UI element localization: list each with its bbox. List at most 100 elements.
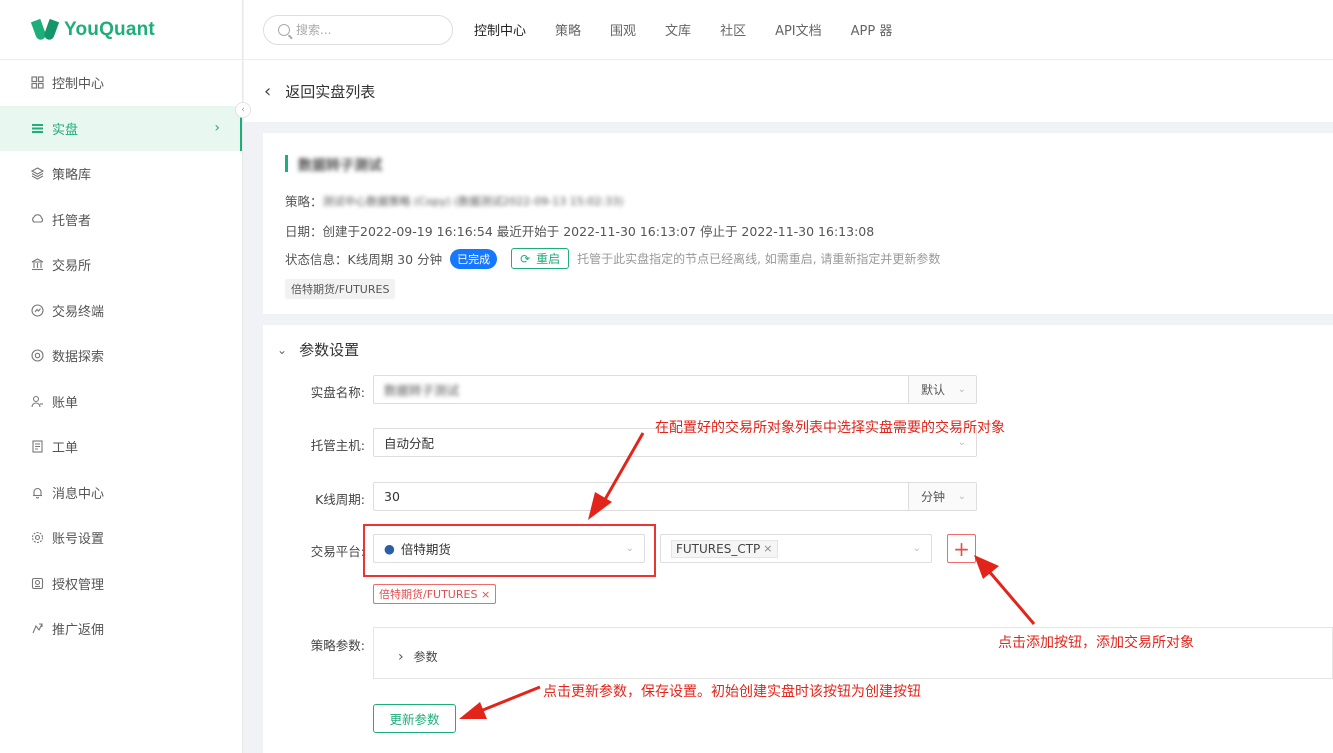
close-icon[interactable]: ×	[763, 542, 772, 555]
sidebar-item-terminal[interactable]: 交易终端	[0, 288, 242, 334]
chevron-down-icon: ⌄	[957, 384, 966, 395]
sidebar-item-label: 授权管理	[52, 577, 105, 593]
nav-library[interactable]: 文库	[665, 20, 691, 39]
sidebar-item-label: 推广返佣	[52, 623, 105, 639]
selected-exchange-label: 倍特期货/FUTURES	[379, 588, 478, 601]
docker-icon	[30, 212, 44, 226]
platform-label: 交易平台:	[310, 544, 365, 559]
refresh-icon: ⟳	[520, 251, 531, 266]
exchange-logo-icon: ●	[384, 541, 395, 556]
strategy-params-label: 策略参数:	[310, 638, 365, 653]
sidebar-item-label: 托管者	[52, 213, 92, 229]
sidebar-item-label: 控制中心	[52, 77, 105, 93]
search-icon	[278, 23, 290, 36]
logo-icon	[30, 16, 60, 44]
params-toggle[interactable]: › 参数	[398, 648, 438, 665]
chevron-left-icon: ‹	[264, 80, 272, 102]
status-row: 状态信息： K线周期 30 分钟 已完成 ⟳ 重启 托管于此实盘指定的节点已经离…	[285, 248, 940, 269]
sidebar: YouQuant 控制中心 实盘 › 策略库 托管者 交易所 交易终端 数据探索…	[0, 0, 243, 753]
sidebar-item-label: 账单	[52, 395, 79, 411]
add-exchange-button[interactable]: +	[947, 534, 976, 563]
kline-label: K线周期:	[315, 492, 365, 507]
search-input[interactable]: 搜索...	[263, 14, 453, 45]
strategy-library-icon	[30, 167, 44, 181]
logo[interactable]: YouQuant	[0, 0, 242, 60]
params-section-header[interactable]: ⌄ 参数设置	[277, 339, 359, 360]
back-label: 返回实盘列表	[285, 82, 376, 101]
sidebar-collapse-button[interactable]: ‹	[235, 102, 251, 118]
strategy-value[interactable]: 测试中心数据策略 (Copy) (数据测试2022-09-13 15:02:33…	[323, 193, 624, 209]
section-title: 参数设置	[299, 341, 360, 359]
update-params-button[interactable]: 更新参数	[373, 704, 456, 733]
sidebar-item-label: 交易所	[52, 259, 92, 275]
date-label: 日期：	[285, 224, 323, 239]
sidebar-item-data-explore[interactable]: 数据探索	[0, 333, 242, 379]
annotation-select-exchange: 在配置好的交易所对象列表中选择实盘需要的交易所对象	[655, 420, 1005, 436]
kline-unit-select[interactable]: 分钟 ⌄	[908, 483, 976, 510]
kline-unit-label: 分钟	[921, 490, 946, 504]
date-value: 创建于2022-09-19 16:16:54 最近开始于 2022-11-30 …	[322, 224, 875, 239]
sidebar-menu: 控制中心 实盘 › 策略库 托管者 交易所 交易终端 数据探索 账单 工单 消息…	[0, 60, 242, 652]
close-icon[interactable]: ×	[481, 588, 490, 601]
nav-app[interactable]: APP 器	[851, 20, 893, 39]
bell-icon	[30, 485, 44, 499]
sidebar-item-account-settings[interactable]: 账号设置	[0, 515, 242, 561]
status-value: K线周期 30 分钟	[347, 252, 443, 267]
data-explore-icon	[30, 349, 44, 363]
top-bar: 搜索... 控制中心 策略 围观 文库 社区 API文档 APP 器	[244, 0, 1333, 60]
name-suffix-label: 默认	[921, 383, 946, 397]
kline-input[interactable]: 30 分钟 ⌄	[373, 482, 977, 511]
chevron-down-icon: ⌄	[277, 342, 288, 357]
name-suffix-select[interactable]: 默认 ⌄	[908, 376, 976, 403]
live-title: 数据转子测试	[285, 155, 382, 174]
nav-watch[interactable]: 围观	[610, 20, 636, 39]
sidebar-item-referral[interactable]: 推广返佣	[0, 606, 242, 652]
chevron-right-icon: ›	[398, 648, 404, 665]
update-params-label: 更新参数	[389, 712, 440, 727]
exchange-select[interactable]: ● 倍特期货 ⌄	[373, 534, 645, 563]
params-toggle-label: 参数	[413, 650, 438, 664]
nav-strategy[interactable]: 策略	[555, 20, 581, 39]
search-placeholder: 搜索...	[296, 23, 332, 37]
chevron-down-icon: ⌄	[957, 437, 966, 448]
sidebar-item-live[interactable]: 实盘 ›	[0, 105, 242, 151]
live-info-card: 数据转子测试 策略： 测试中心数据策略 (Copy) (数据测试2022-09-…	[263, 133, 1333, 314]
logo-text: YouQuant	[64, 18, 155, 40]
restart-button[interactable]: ⟳ 重启	[511, 248, 570, 269]
sidebar-item-label: 交易终端	[52, 304, 105, 320]
sidebar-item-strategy-library[interactable]: 策略库	[0, 151, 242, 197]
nav-api-docs[interactable]: API文档	[775, 20, 822, 39]
sidebar-item-license[interactable]: 授权管理	[0, 561, 242, 607]
chevron-down-icon: ⌄	[957, 491, 966, 502]
exchange-value: 倍特期货	[400, 542, 451, 557]
sidebar-item-label: 实盘	[52, 122, 79, 138]
live-name-input[interactable]: 数据转子测试 默认 ⌄	[373, 375, 977, 404]
top-nav: 控制中心 策略 围观 文库 社区 API文档 APP 器	[474, 20, 921, 39]
pair-chip-label: FUTURES_CTP	[676, 541, 761, 556]
sidebar-item-label: 数据探索	[52, 350, 105, 366]
sidebar-item-ticket[interactable]: 工单	[0, 424, 242, 470]
pair-chip: FUTURES_CTP ×	[671, 539, 778, 558]
sidebar-item-docker[interactable]: 托管者	[0, 197, 242, 243]
annotation-update-button: 点击更新参数，保存设置。初始创建实盘时该按钮为创建按钮	[543, 684, 921, 700]
exchange-tag: 倍特期货/FUTURES	[285, 279, 396, 299]
plus-icon: +	[953, 536, 970, 561]
back-bar[interactable]: ‹ 返回实盘列表	[244, 60, 1333, 122]
sidebar-item-exchange[interactable]: 交易所	[0, 242, 242, 288]
selected-exchange-tag: 倍特期货/FUTURES ×	[373, 584, 497, 604]
sidebar-item-messages[interactable]: 消息中心	[0, 470, 242, 516]
sidebar-item-bill[interactable]: 账单	[0, 379, 242, 425]
sidebar-item-label: 策略库	[52, 168, 92, 184]
status-label: 状态信息：	[285, 252, 348, 267]
sidebar-item-label: 消息中心	[52, 486, 105, 502]
nav-community[interactable]: 社区	[720, 20, 746, 39]
sidebar-item-dashboard[interactable]: 控制中心	[0, 60, 242, 106]
ticket-icon	[30, 440, 44, 454]
pair-select[interactable]: FUTURES_CTP × ⌄	[660, 534, 932, 563]
nav-control-center[interactable]: 控制中心	[474, 20, 526, 39]
chevron-down-icon: ⌄	[912, 543, 921, 554]
chevron-right-icon: ›	[214, 120, 220, 137]
host-label: 托管主机:	[310, 438, 365, 453]
strategy-row: 策略： 测试中心数据策略 (Copy) (数据测试2022-09-13 15:0…	[285, 191, 623, 210]
offline-hint: 托管于此实盘指定的节点已经离线, 如需重启, 请重新指定并更新参数	[577, 252, 941, 266]
